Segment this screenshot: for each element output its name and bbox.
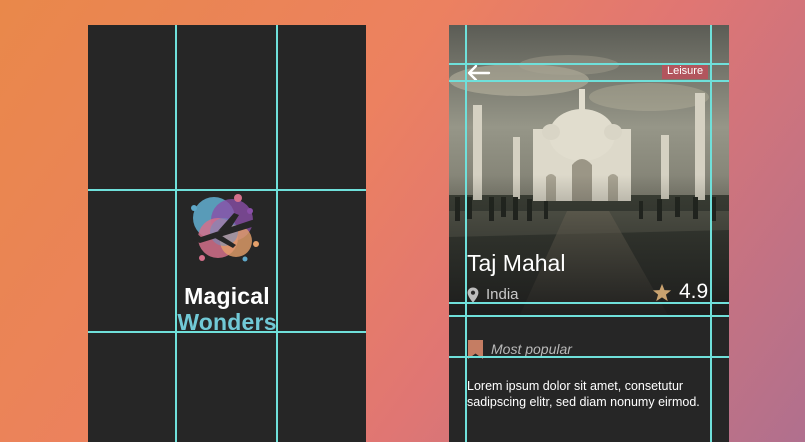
star-icon <box>652 283 672 302</box>
grid-guide-vertical <box>710 25 712 442</box>
description-text: Lorem ipsum dolor sit amet, consetutur s… <box>467 379 700 409</box>
grid-guide-vertical <box>175 25 177 442</box>
grid-guide-vertical <box>276 25 278 442</box>
map-pin-icon <box>467 287 479 303</box>
category-tag[interactable]: Leisure <box>662 64 709 79</box>
grid-guide-horizontal <box>449 302 729 304</box>
grid-guide-vertical <box>465 25 467 442</box>
grid-guide-horizontal <box>449 80 729 82</box>
grid-guide-horizontal <box>88 189 366 191</box>
grid-guide-horizontal <box>88 331 366 333</box>
rating-value: 4.9 <box>679 280 709 303</box>
place-title: Taj Mahal <box>467 250 566 276</box>
detail-screen: Leisure Taj Mahal India 4.9 Most popular… <box>449 25 729 442</box>
grid-guide-horizontal <box>449 63 729 65</box>
splash-screen: Magical Wonders <box>88 25 366 442</box>
airplane-logo-icon <box>189 194 259 262</box>
brand-name-line1: Magical <box>184 283 270 309</box>
grid-guide-horizontal <box>449 356 729 358</box>
grid-guide-horizontal <box>449 315 729 317</box>
